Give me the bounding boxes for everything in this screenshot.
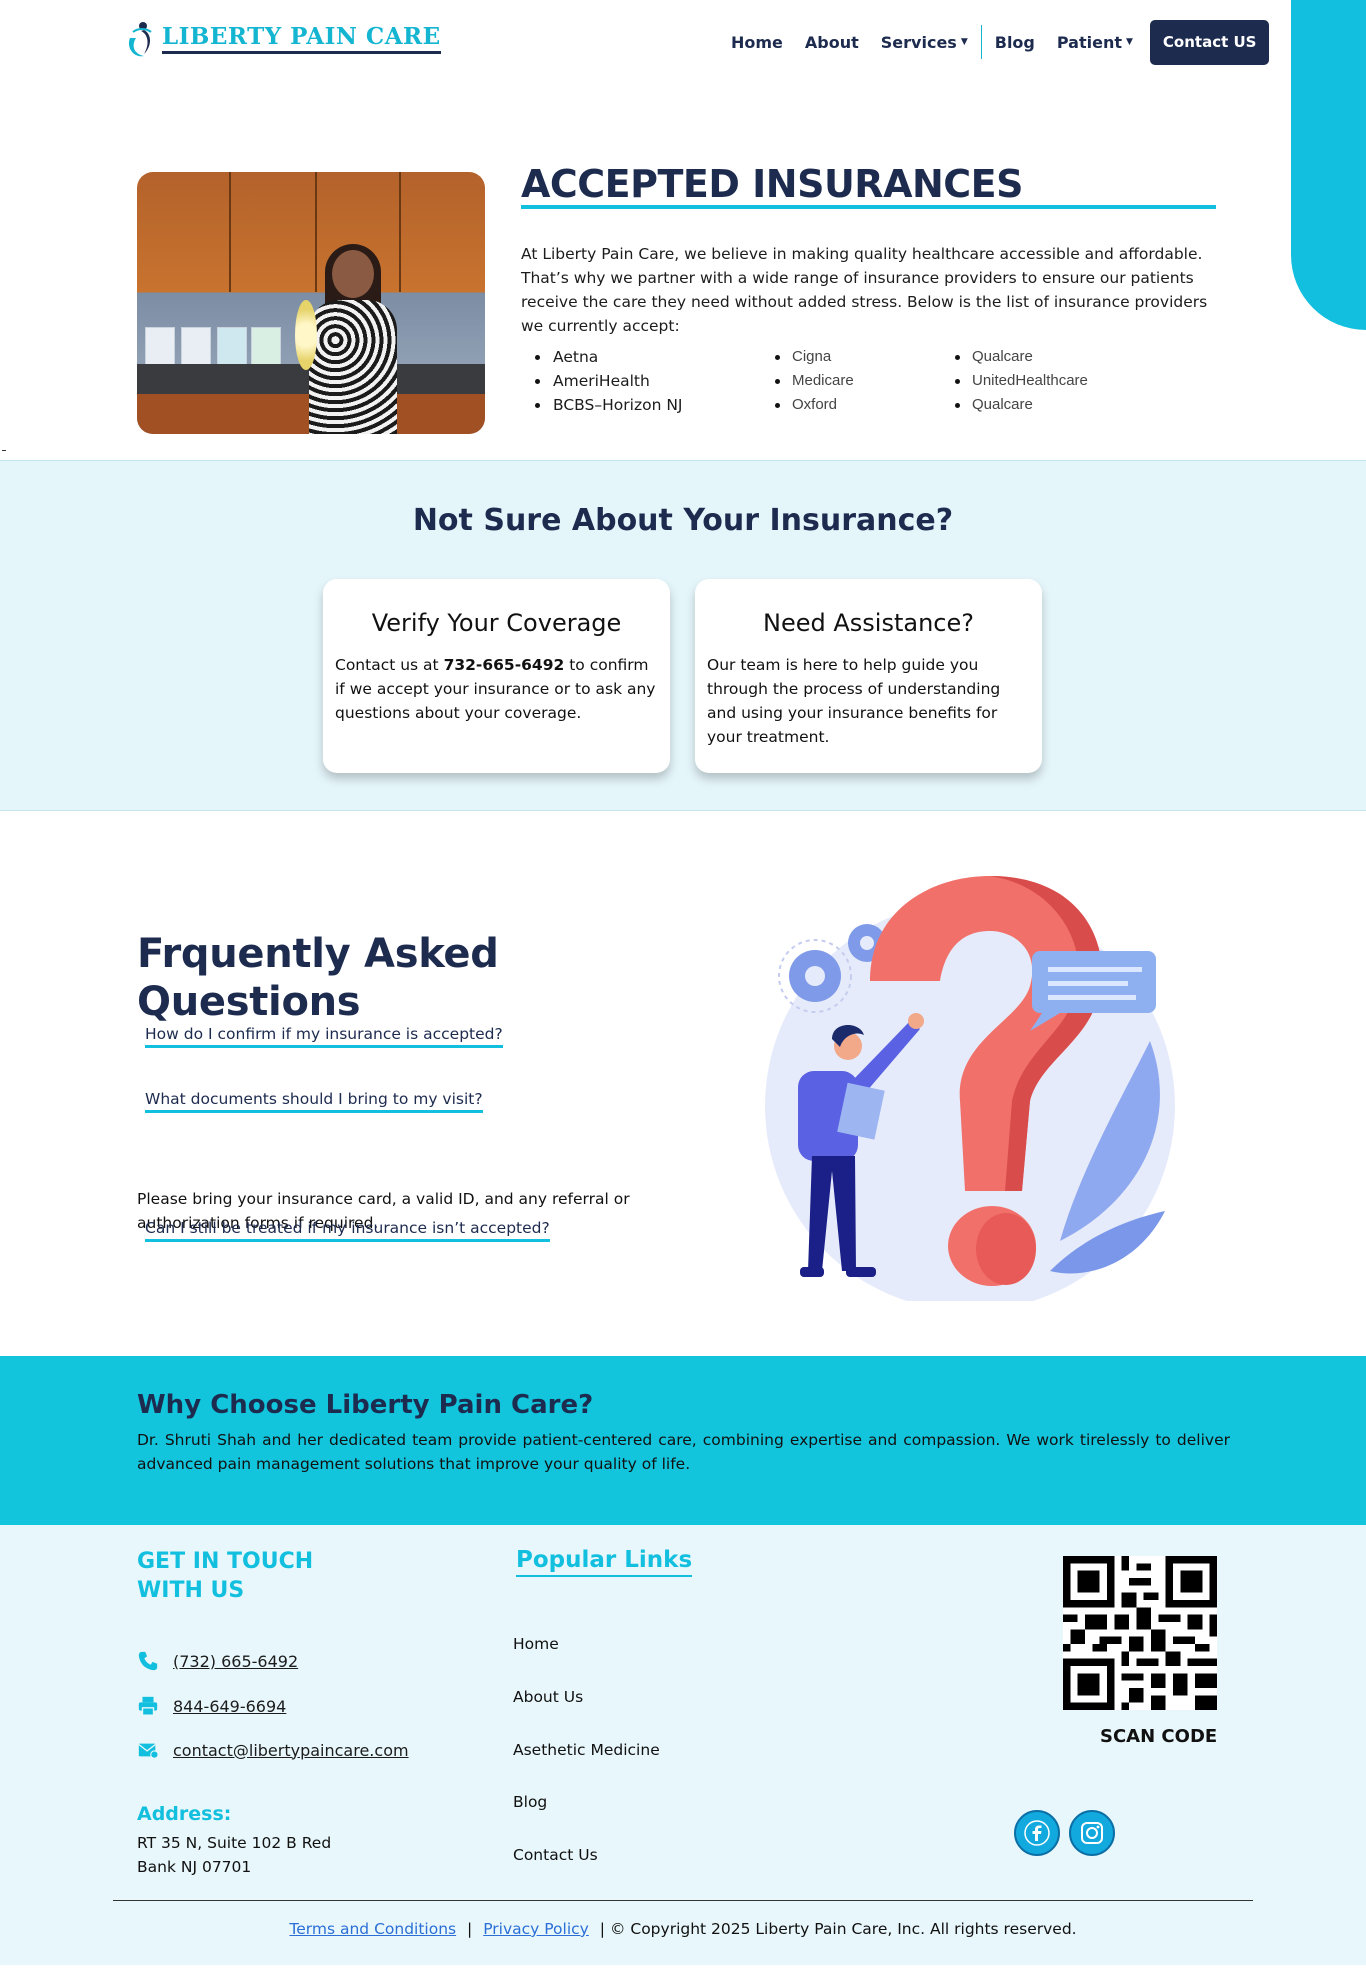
card-title: Verify Your Coverage <box>371 609 622 637</box>
need-assistance-card: Need Assistance? Our team is here to hel… <box>695 579 1042 773</box>
nav-home[interactable]: Home <box>720 20 794 64</box>
insurance-list-col-a: Aetna AmeriHealth BCBS–Horizon NJ <box>521 345 683 417</box>
insurance-help-section: Not Sure About Your Insurance? Verify Yo… <box>0 460 1366 811</box>
nav-about[interactable]: About <box>794 20 870 64</box>
fax-link[interactable]: 844-649-6694 <box>173 1697 286 1716</box>
section-title: Not Sure About Your Insurance? <box>412 503 954 538</box>
photo-detail <box>332 250 374 298</box>
footer-link-about[interactable]: About Us <box>513 1688 583 1706</box>
nav-about-label: About <box>804 32 859 52</box>
fax-row: 844-649-6694 <box>137 1695 286 1717</box>
faq-title: Frquently Asked Questions <box>137 931 499 1025</box>
card-text: Contact us at 732-665-6492 to confirm if… <box>335 653 658 725</box>
accepted-insurances-section: ACCEPTED INSURANCES At Liberty Pain Care… <box>0 90 1366 460</box>
footer-bottom-bar: Terms and Conditions | Privacy Policy | … <box>0 1920 1366 1938</box>
qr-code <box>1063 1556 1217 1710</box>
site-footer: GET IN TOUCH WITH US (732) 665-6492 844-… <box>0 1525 1366 1965</box>
address-line: Bank NJ 07701 <box>137 1858 252 1876</box>
site-header: LIBERTY PAIN CARE Home About Services ▼ B… <box>0 0 1366 90</box>
scan-code-label: SCAN CODE <box>1100 1726 1218 1747</box>
site-logo[interactable]: LIBERTY PAIN CARE <box>124 18 441 60</box>
card-text: Our team is here to help guide you throu… <box>707 656 1001 746</box>
insurance-item: Aetna <box>521 345 683 369</box>
nav-services[interactable]: Services ▼ <box>870 20 979 64</box>
insurance-item: Oxford <box>773 393 854 417</box>
insurance-item: Qualcare <box>953 345 1088 369</box>
instagram-icon <box>1081 1822 1103 1844</box>
facebook-icon <box>1024 1820 1050 1846</box>
privacy-link[interactable]: Privacy Policy <box>483 1920 589 1938</box>
fax-icon <box>138 1696 158 1716</box>
divider-mark <box>2 450 6 451</box>
popular-links-title: Popular Links <box>516 1547 693 1577</box>
nav-blog-label: Blog <box>994 32 1035 52</box>
nav-home-label: Home <box>731 32 783 52</box>
photo-detail <box>399 172 401 292</box>
photo-detail <box>229 172 231 292</box>
verify-coverage-card: Verify Your Coverage Contact us at 732-6… <box>323 579 670 773</box>
why-text: Dr. Shruti Shah and her dedicated team p… <box>137 1431 1230 1473</box>
logo-text: LIBERTY PAIN CARE <box>162 23 441 55</box>
insurance-item: Medicare <box>773 369 854 393</box>
instagram-link[interactable] <box>1069 1810 1115 1856</box>
footer-link-aesthetic-medicine[interactable]: Asethetic Medicine <box>513 1741 660 1759</box>
chevron-down-icon: ▼ <box>960 37 968 47</box>
office-photo <box>137 172 485 434</box>
page-title: ACCEPTED INSURANCES <box>521 162 1024 206</box>
photo-detail <box>295 300 317 370</box>
faq-question-2[interactable]: What documents should I bring to my visi… <box>145 1090 483 1113</box>
footer-link-contact[interactable]: Contact Us <box>513 1846 598 1864</box>
phone-row: (732) 665-6492 <box>137 1650 298 1672</box>
nav-patient[interactable]: Patient ▼ <box>1046 20 1144 64</box>
faq-question-1[interactable]: How do I confirm if my insurance is acce… <box>145 1025 503 1048</box>
nav-blog[interactable]: Blog <box>984 20 1046 64</box>
insurance-item: UnitedHealthcare <box>953 369 1088 393</box>
email-row: contact@libertypaincare.com <box>137 1739 409 1761</box>
question-mark-illustration <box>765 876 1175 1301</box>
facebook-link[interactable] <box>1014 1810 1060 1856</box>
insurance-item: AmeriHealth <box>521 369 683 393</box>
email-link[interactable]: contact@libertypaincare.com <box>173 1741 409 1760</box>
photo-detail <box>309 300 397 434</box>
address-title: Address: <box>137 1803 232 1825</box>
address-line: RT 35 N, Suite 102 B Red <box>137 1834 332 1852</box>
insurance-item: BCBS–Horizon NJ <box>521 393 683 417</box>
footer-link-home[interactable]: Home <box>513 1635 559 1653</box>
footer-link-blog[interactable]: Blog <box>513 1793 547 1811</box>
phone-link[interactable]: (732) 665-6492 <box>173 1652 298 1671</box>
insurance-intro: At Liberty Pain Care, we believe in maki… <box>521 245 1208 335</box>
email-icon <box>138 1743 159 1759</box>
address: RT 35 N, Suite 102 B Red Bank NJ 07701 <box>137 1831 331 1879</box>
copyright-text: | © Copyright 2025 Liberty Pain Care, In… <box>599 1920 1077 1938</box>
insurance-item: Qualcare <box>953 393 1088 417</box>
contact-us-button[interactable]: Contact US <box>1149 19 1270 65</box>
insurance-item: Cigna <box>773 345 854 369</box>
phone-number: 732-665-6492 <box>443 656 565 674</box>
nav-patient-label: Patient <box>1056 32 1122 52</box>
footer-divider <box>113 1900 1253 1901</box>
phone-icon <box>138 1651 158 1671</box>
main-nav: Home About Services ▼ Blog Patient ▼ Conta… <box>720 19 1270 65</box>
card-title: Need Assistance? <box>763 609 974 637</box>
insurance-list-col-c: Qualcare UnitedHealthcare Qualcare <box>953 345 1088 417</box>
photo-detail <box>315 172 317 292</box>
terms-link[interactable]: Terms and Conditions <box>289 1920 456 1938</box>
why-title: Why Choose Liberty Pain Care? <box>137 1390 594 1420</box>
faq-question-3[interactable]: Can I still be treated if my insurance i… <box>145 1219 550 1242</box>
nav-services-label: Services <box>880 32 957 52</box>
logo-mark-icon <box>128 22 152 57</box>
nav-divider <box>980 25 982 59</box>
insurance-list-col-b: Cigna Medicare Oxford <box>773 345 854 417</box>
why-choose-section: Why Choose Liberty Pain Care? Dr. Shruti… <box>0 1356 1366 1525</box>
faq-section: Frquently Asked Questions How do I confi… <box>0 811 1366 1356</box>
title-underline <box>521 205 1216 209</box>
get-in-touch-title: GET IN TOUCH WITH US <box>137 1549 314 1603</box>
card-text-part: Contact us at <box>335 656 444 674</box>
chevron-down-icon: ▼ <box>1126 37 1133 47</box>
separator: | <box>467 1920 473 1938</box>
